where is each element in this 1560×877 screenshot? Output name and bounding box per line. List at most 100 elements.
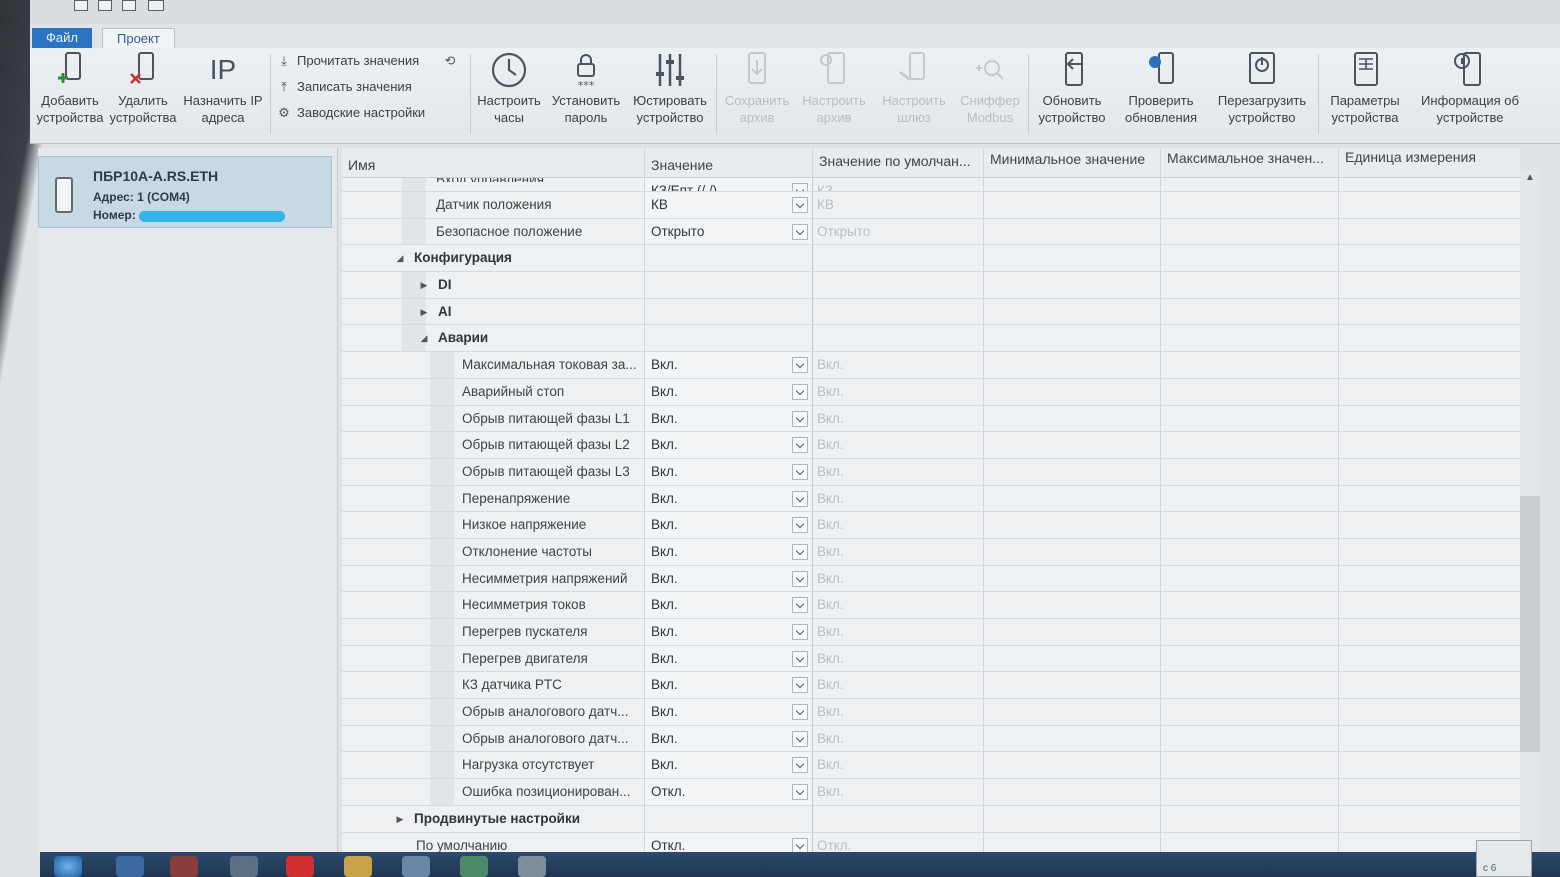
row-value-cell[interactable]: Вкл. xyxy=(645,405,813,432)
configure-gateway-button[interactable]: Настроить шлюз xyxy=(876,48,952,138)
chevron-down-icon[interactable] xyxy=(792,517,808,534)
group-row[interactable]: ▶ AI xyxy=(342,298,1520,326)
auto-read-icon[interactable]: ⟲ xyxy=(442,50,463,72)
parameter-row[interactable]: Обрыв аналогового датч... Вкл. Вкл. xyxy=(342,725,1520,753)
chevron-down-icon[interactable] xyxy=(792,437,808,454)
scroll-up-icon[interactable]: ▲ xyxy=(1524,172,1536,184)
adjust-device-button[interactable]: Юстировать устройство xyxy=(628,48,712,138)
parameter-row[interactable]: Вход управления КЗ/Епт (/ /) КЗ xyxy=(342,178,1520,192)
collapse-arrow-icon[interactable]: ◢ xyxy=(418,325,430,351)
header-unit[interactable]: Единица измерения xyxy=(1339,148,1520,178)
chevron-down-icon[interactable] xyxy=(792,197,808,213)
other-app-icon[interactable] xyxy=(518,856,546,877)
parameter-row[interactable]: Отклонение частоты Вкл. Вкл. xyxy=(342,538,1520,566)
chevron-down-icon[interactable] xyxy=(792,410,808,427)
chevron-down-icon[interactable] xyxy=(792,357,808,374)
chevron-down-icon[interactable] xyxy=(792,543,808,560)
parameter-row[interactable]: Несимметрия токов Вкл. Вкл. xyxy=(342,592,1520,619)
scroll-thumb[interactable] xyxy=(1520,496,1540,752)
row-value-cell[interactable]: Вкл. xyxy=(645,752,813,779)
row-value-cell[interactable]: КВ xyxy=(645,192,813,218)
configure-archive-button[interactable]: Настроить архив xyxy=(796,48,872,138)
chevron-down-icon[interactable] xyxy=(792,757,808,774)
chevron-down-icon[interactable] xyxy=(792,223,808,240)
row-value-cell[interactable]: Вкл. xyxy=(645,378,813,405)
chevron-down-icon[interactable] xyxy=(792,383,808,400)
check-updates-button[interactable]: Проверить обновления xyxy=(1116,48,1206,138)
write-values-button[interactable]: ⤒ Записать значения xyxy=(276,76,412,98)
reboot-device-button[interactable]: Перезагрузить устройство xyxy=(1210,48,1314,138)
save-icon[interactable] xyxy=(122,0,136,11)
parameter-row[interactable]: КЗ датчика PTC Вкл. Вкл. xyxy=(342,672,1520,700)
remove-devices-button[interactable]: Удалить устройства xyxy=(108,48,178,138)
expand-arrow-icon[interactable]: ▶ xyxy=(418,272,430,298)
row-value-cell[interactable]: Вкл. xyxy=(645,432,813,458)
chevron-down-icon[interactable] xyxy=(792,597,808,614)
start-icon[interactable] xyxy=(54,856,82,877)
row-value-cell[interactable]: Вкл. xyxy=(645,352,813,378)
tab-project[interactable]: Проект xyxy=(102,28,175,48)
row-value-cell[interactable]: Вкл. xyxy=(645,565,813,592)
system-tray[interactable]: с 6 xyxy=(1476,840,1532,877)
device-list-item[interactable]: ПБР10А-A.RS.ETH Адрес: 1 (COM4) Номер: xyxy=(38,156,332,228)
chevron-down-icon[interactable] xyxy=(792,570,808,587)
row-value-cell[interactable]: Вкл. xyxy=(645,725,813,752)
read-values-button[interactable]: ⤓ Прочитать значения xyxy=(276,50,419,72)
parameter-row[interactable]: Максимальная токовая за... Вкл. Вкл. xyxy=(342,352,1520,379)
chevron-down-icon[interactable] xyxy=(792,704,808,721)
set-password-button[interactable]: *** Установить пароль xyxy=(548,48,624,138)
update-device-button[interactable]: Обновить устройство xyxy=(1032,48,1112,138)
open-file-icon[interactable] xyxy=(98,0,112,11)
parameter-row[interactable]: Обрыв аналогового датч... Вкл. Вкл. xyxy=(342,699,1520,726)
parameter-row[interactable]: Перегрев пускателя Вкл. Вкл. xyxy=(342,619,1520,646)
header-max[interactable]: Максимальное значен... xyxy=(1161,148,1339,178)
parameter-row[interactable]: Безопасное положение Открыто Открыто xyxy=(342,218,1520,246)
chevron-down-icon[interactable] xyxy=(792,490,808,507)
parameter-row[interactable]: Датчик положения КВ КВ xyxy=(342,192,1520,219)
save-archive-button[interactable]: Сохранить архив xyxy=(720,48,794,138)
collapse-arrow-icon[interactable]: ◢ xyxy=(394,245,406,271)
tab-file[interactable]: Файл xyxy=(32,28,92,48)
row-value-cell[interactable]: Вкл. xyxy=(645,619,813,645)
device-info-button[interactable]: Информация об устройстве xyxy=(1412,48,1528,138)
row-value-cell[interactable]: КЗ/Епт (/ /) xyxy=(645,178,813,191)
factory-settings-button[interactable]: ⚙ Заводские настройки xyxy=(276,102,425,124)
row-value-cell[interactable]: Вкл. xyxy=(645,538,813,565)
parameter-row[interactable]: Несимметрия напряжений Вкл. Вкл. xyxy=(342,565,1520,593)
group-row[interactable]: ◢ Конфигурация xyxy=(342,245,1520,273)
header-value[interactable]: Значение xyxy=(645,148,813,178)
yandex-icon[interactable] xyxy=(286,856,314,877)
row-value-cell[interactable]: Открыто xyxy=(645,218,813,245)
row-value-cell[interactable]: Вкл. xyxy=(645,458,813,485)
group-row[interactable]: ▶ Продвинутые настройки xyxy=(342,805,1520,833)
parameter-row[interactable]: Перегрев двигателя Вкл. Вкл. xyxy=(342,645,1520,673)
chevron-down-icon[interactable] xyxy=(792,463,808,480)
parameter-row[interactable]: Нагрузка отсутствует Вкл. Вкл. xyxy=(342,752,1520,780)
row-value-cell[interactable]: Вкл. xyxy=(645,592,813,618)
row-value-cell[interactable]: Вкл. xyxy=(645,485,813,512)
expand-arrow-icon[interactable]: ▶ xyxy=(418,299,430,325)
row-value-cell[interactable]: Вкл. xyxy=(645,672,813,699)
app-icon[interactable] xyxy=(230,856,258,877)
browser-icon[interactable] xyxy=(116,856,144,877)
add-devices-button[interactable]: Добавить устройства xyxy=(34,48,106,138)
modbus-sniffer-button[interactable]: Сниффер Modbus xyxy=(954,48,1026,138)
media-icon[interactable] xyxy=(170,856,198,877)
header-name[interactable]: Имя xyxy=(342,148,645,178)
row-value-cell[interactable]: Откл. xyxy=(645,779,813,805)
assign-ip-button[interactable]: IP Назначить IP адреса xyxy=(180,48,266,138)
monitor-icon[interactable] xyxy=(402,856,430,877)
parameter-row[interactable]: Перенапряжение Вкл. Вкл. xyxy=(342,485,1520,513)
chevron-down-icon[interactable] xyxy=(792,677,808,694)
group-row[interactable]: ▶ DI xyxy=(342,272,1520,299)
group-row[interactable]: ◢ Аварии xyxy=(342,325,1520,353)
chevron-down-icon[interactable] xyxy=(792,183,808,191)
chevron-down-icon[interactable] xyxy=(792,624,808,640)
chevron-down-icon[interactable] xyxy=(792,650,808,667)
expand-arrow-icon[interactable]: ▶ xyxy=(394,806,406,832)
new-file-icon[interactable] xyxy=(74,0,88,11)
chevron-down-icon[interactable] xyxy=(792,784,808,801)
header-default[interactable]: Значение по умолчан... xyxy=(813,148,984,178)
row-value-cell[interactable]: Вкл. xyxy=(645,512,813,538)
parameter-row[interactable]: Ошибка позиционирован... Откл. Вкл. xyxy=(342,779,1520,806)
